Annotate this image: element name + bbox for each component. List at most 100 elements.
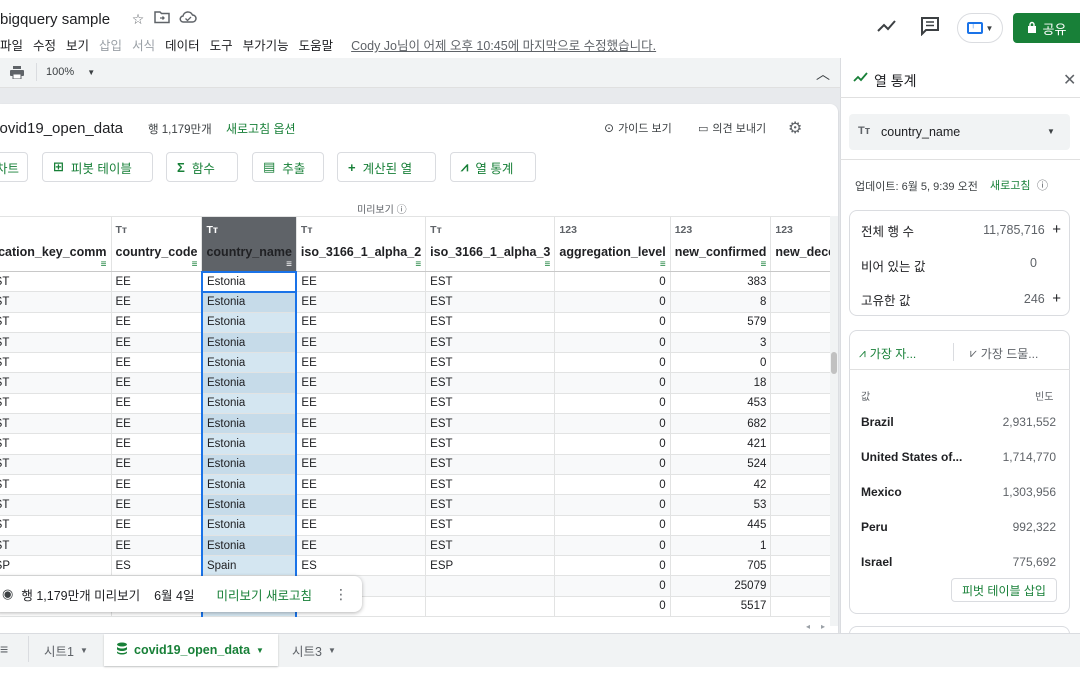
column-header[interactable]: iso_3166_1_alpha_2 ≡	[295, 243, 427, 272]
vertical-scrollbar[interactable]	[830, 216, 838, 626]
menu-format[interactable]: 서식	[132, 35, 155, 53]
guide-button[interactable]: ⊙ 가이드 보기	[604, 120, 672, 136]
table-cell[interactable]: 25079	[669, 575, 772, 597]
table-cell[interactable]: EST	[0, 270, 112, 293]
table-cell[interactable]: EE	[295, 453, 427, 475]
table-cell[interactable]: 2	[770, 494, 830, 516]
calculated-column-button[interactable]: + 계산된 열	[337, 152, 436, 182]
table-cell[interactable]: EE	[295, 473, 427, 496]
table-cell[interactable]: 383	[669, 270, 772, 293]
table-cell[interactable]: Estonia	[200, 534, 298, 557]
table-cell[interactable]: EE	[110, 494, 203, 516]
table-cell[interactable]: ESP	[0, 555, 112, 577]
scroll-right-icon[interactable]: ▸	[821, 622, 825, 631]
table-cell[interactable]: EST	[425, 392, 556, 415]
table-cell[interactable]: EE	[110, 352, 203, 374]
filter-icon[interactable]: ≡	[660, 259, 666, 270]
table-cell[interactable]: EE	[110, 392, 203, 415]
table-cell[interactable]: EE	[295, 291, 427, 313]
table-cell[interactable]: EST	[425, 311, 556, 333]
refresh-preview-link[interactable]: 미리보기 새로고침	[216, 585, 311, 604]
menu-view[interactable]: 보기	[66, 35, 89, 53]
table-cell[interactable]: EE	[295, 392, 427, 415]
table-cell[interactable]: Estonia	[200, 494, 298, 516]
table-cell[interactable]: 0	[554, 413, 671, 435]
table-cell[interactable]: EE	[295, 331, 427, 354]
table-cell[interactable]: EST	[0, 413, 112, 435]
table-cell[interactable]: 0	[554, 473, 671, 496]
table-cell[interactable]: EST	[425, 473, 556, 496]
table-cell[interactable]: EST	[0, 433, 112, 455]
move-folder-icon[interactable]	[153, 10, 171, 28]
table-cell[interactable]: EE	[110, 270, 203, 293]
print-icon[interactable]	[10, 66, 24, 82]
table-cell[interactable]: 18	[669, 372, 772, 394]
panel-refresh-link[interactable]: 새로고침	[990, 177, 1030, 193]
table-cell[interactable]: 0	[554, 433, 671, 455]
table-cell[interactable]: 216	[770, 575, 830, 597]
table-cell[interactable]	[425, 575, 556, 597]
star-icon[interactable]: ☆	[129, 10, 147, 28]
table-cell[interactable]: 0	[770, 352, 830, 374]
table-cell[interactable]: EE	[110, 372, 203, 394]
table-cell[interactable]: ESP	[425, 555, 556, 577]
table-cell[interactable]: 44	[770, 555, 830, 577]
column-header[interactable]: country_code ≡	[110, 243, 203, 272]
table-cell[interactable]: 2	[770, 514, 830, 536]
table-cell[interactable]: Estonia	[200, 473, 298, 496]
present-button[interactable]: ▼	[957, 13, 1003, 43]
column-header[interactable]: iso_3166_1_alpha_3 ≡	[425, 243, 556, 272]
table-cell[interactable]: EE	[110, 534, 203, 557]
table-cell[interactable]: Estonia	[200, 270, 298, 293]
table-cell[interactable]: EE	[110, 331, 203, 354]
table-cell[interactable]: Estonia	[200, 413, 298, 435]
column-header[interactable]: country_name ≡	[201, 243, 297, 272]
table-cell[interactable]: 38	[770, 595, 830, 618]
table-cell[interactable]: EE	[295, 372, 427, 394]
table-cell[interactable]: 5517	[669, 595, 772, 618]
filter-icon[interactable]: ≡	[761, 259, 767, 270]
comment-icon[interactable]	[920, 16, 940, 39]
pivot-table-button[interactable]: ⊞ 피봇 테이블	[42, 152, 153, 182]
table-cell[interactable]: 0	[554, 372, 671, 394]
table-cell[interactable]: EST	[0, 311, 112, 333]
last-edit-link[interactable]: Cody Jo님이 어제 오후 10:45에 마지막으로 수정했습니다.	[351, 35, 656, 53]
menu-help[interactable]: 도움말	[299, 35, 334, 53]
document-title[interactable]: bigquery sample	[0, 11, 110, 28]
table-cell[interactable]: EE	[110, 433, 203, 455]
gear-icon[interactable]: ⚙	[788, 118, 802, 138]
table-cell[interactable]: 682	[669, 413, 772, 435]
table-cell[interactable]: 2	[770, 473, 830, 496]
extract-button[interactable]: ▤ 추출	[252, 152, 324, 182]
table-cell[interactable]: 421	[669, 433, 772, 455]
table-cell[interactable]: 1	[669, 534, 772, 557]
table-cell[interactable]: Estonia	[200, 453, 298, 475]
table-cell[interactable]: EST	[0, 514, 112, 536]
table-cell[interactable]: EE	[295, 270, 427, 293]
table-cell[interactable]: ES	[110, 555, 203, 577]
table-cell[interactable]: 9	[770, 392, 830, 415]
table-cell[interactable]: EE	[110, 473, 203, 496]
plus-icon[interactable]: +	[1052, 221, 1061, 238]
table-cell[interactable]: EST	[425, 494, 556, 516]
table-cell[interactable]: EST	[0, 331, 112, 354]
menu-data[interactable]: 데이터	[165, 35, 200, 53]
table-cell[interactable]: 0	[554, 352, 671, 374]
table-cell[interactable]: EE	[110, 514, 203, 536]
data-grid[interactable]: TтTтTтTтTт12312312312312312location_key_…	[0, 216, 830, 626]
table-cell[interactable]: EST	[0, 534, 112, 557]
table-cell[interactable]: EST	[0, 392, 112, 415]
table-cell[interactable]: Estonia	[200, 514, 298, 536]
filter-icon[interactable]: ≡	[101, 259, 107, 270]
table-cell[interactable]: 3	[669, 331, 772, 354]
table-cell[interactable]: 0	[554, 291, 671, 313]
table-cell[interactable]: 0	[770, 372, 830, 394]
table-cell[interactable]: 0	[770, 331, 830, 354]
chart-button[interactable]: 차트	[0, 152, 28, 182]
menu-edit[interactable]: 수정	[33, 35, 56, 53]
feedback-button[interactable]: ▭ 의견 보내기	[698, 120, 766, 136]
table-cell[interactable]: EST	[425, 352, 556, 374]
menu-addons[interactable]: 부가기능	[243, 35, 289, 53]
filter-icon[interactable]: ≡	[415, 259, 421, 270]
table-cell[interactable]: 0	[554, 595, 671, 618]
